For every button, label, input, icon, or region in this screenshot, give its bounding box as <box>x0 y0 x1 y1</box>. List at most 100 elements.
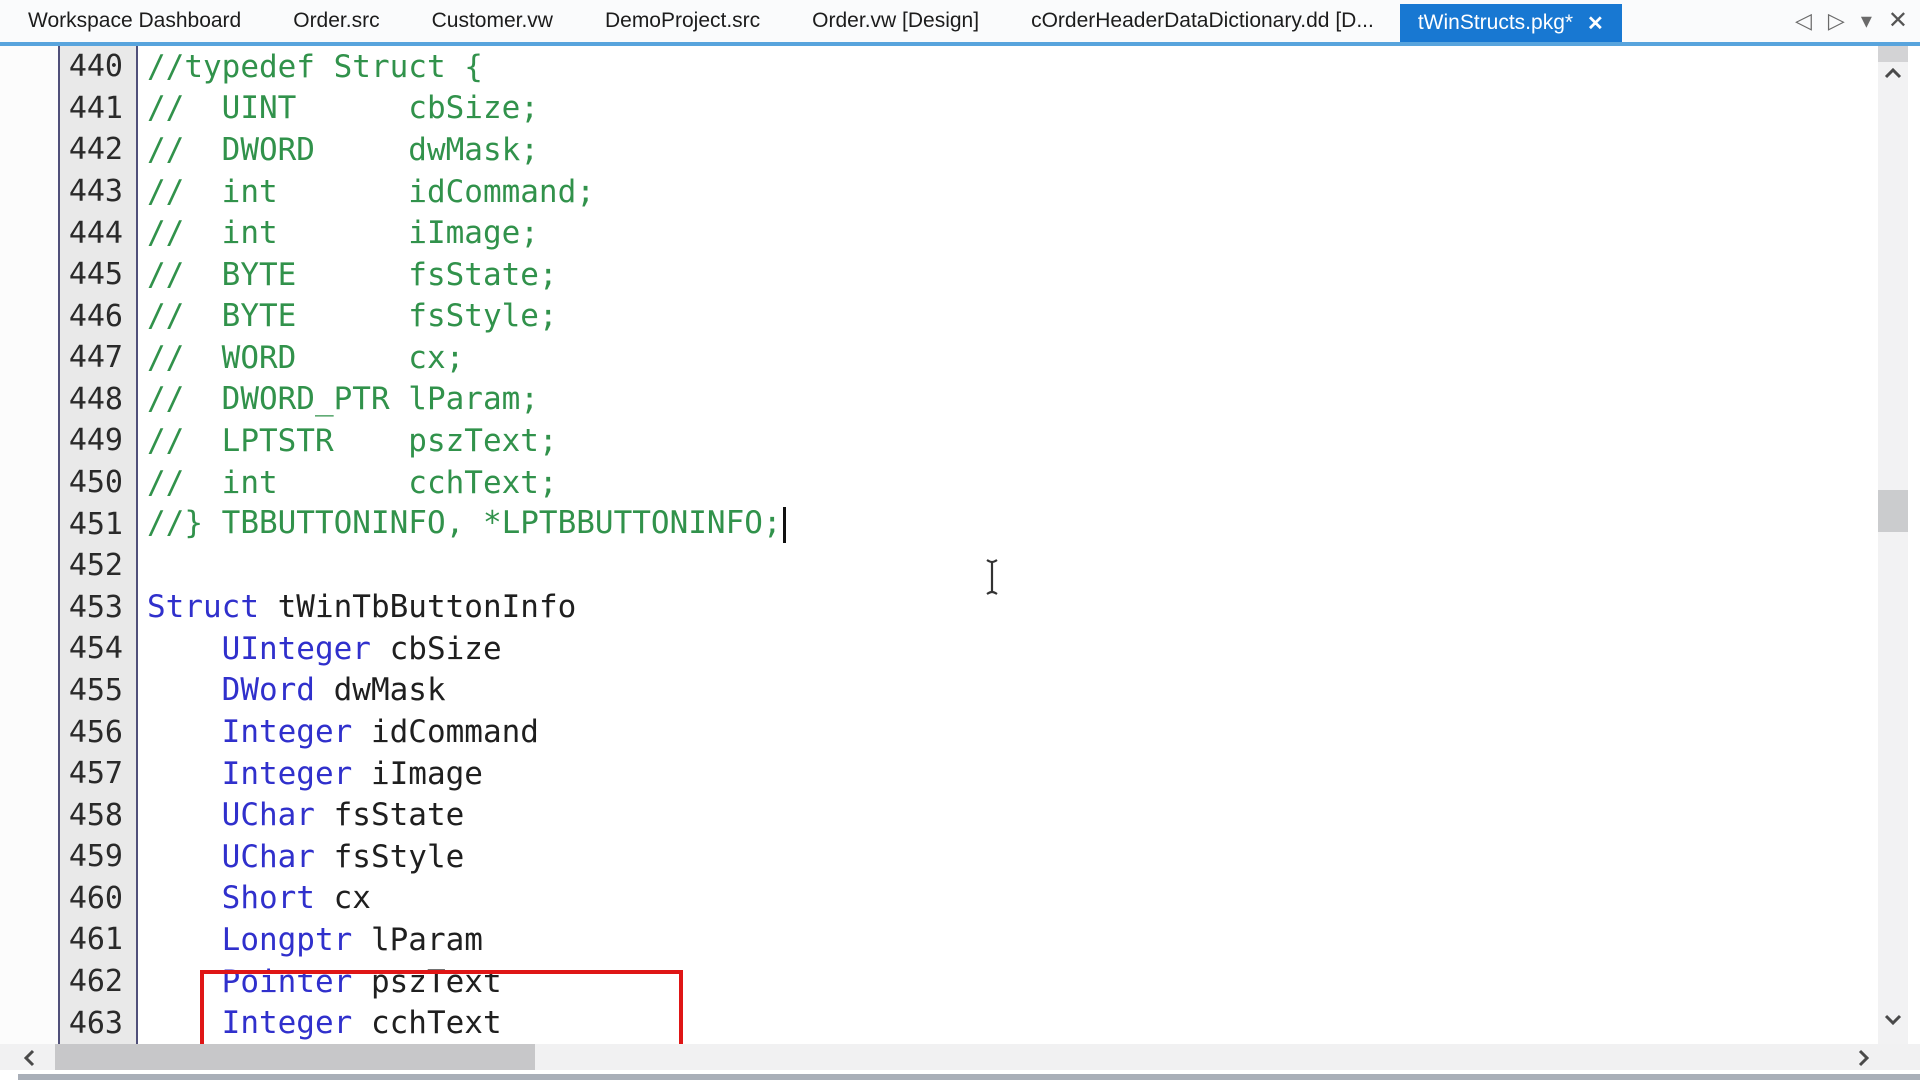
tab-bar-tabs: Workspace Dashboard Order.src Customer.vw D… <box>0 0 1622 42</box>
tab-scroll-back-icon[interactable]: ◁ <box>1795 6 1812 36</box>
tab-list-dropdown-icon[interactable]: ▾ <box>1861 6 1872 36</box>
tab[interactable]: Order.vw [Design] <box>786 0 1005 42</box>
tab[interactable]: cOrderHeaderDataDictionary.dd [D... <box>1005 0 1400 42</box>
line-number: 443 <box>0 174 138 209</box>
window-bottom-edge <box>0 1070 1920 1080</box>
line-number: 461 <box>0 922 138 957</box>
code-text: // UINT cbSize; <box>138 90 539 126</box>
horizontal-scrollbar-thumb[interactable] <box>55 1044 535 1070</box>
code-line[interactable]: 454 UInteger cbSize <box>0 628 1800 670</box>
vertical-scrollbar-thumb[interactable] <box>1878 490 1908 532</box>
tab-label: DemoProject.src <box>605 9 760 33</box>
tab[interactable]: Order.src <box>267 0 405 42</box>
code-line[interactable]: 440//typedef Struct { <box>0 46 1800 88</box>
code-text: //typedef Struct { <box>138 49 483 85</box>
line-number: 451 <box>0 507 138 542</box>
tab[interactable]: Customer.vw <box>406 0 579 42</box>
line-number: 456 <box>0 715 138 750</box>
line-number: 441 <box>0 91 138 126</box>
code-line[interactable]: 453Struct tWinTbButtonInfo <box>0 587 1800 629</box>
code-text: Struct tWinTbButtonInfo <box>138 589 576 625</box>
code-text: Longptr lParam <box>138 922 483 958</box>
code-text: UChar fsState <box>138 797 464 833</box>
code-line[interactable]: 456 Integer idCommand <box>0 711 1800 753</box>
scroll-down-icon[interactable] <box>1884 1012 1902 1030</box>
code-line[interactable]: 444// int iImage; <box>0 212 1800 254</box>
tab-label: Workspace Dashboard <box>28 9 241 33</box>
code-text: Integer idCommand <box>138 714 539 750</box>
scroll-right-icon[interactable] <box>1858 1049 1869 1072</box>
code-line[interactable]: 442// DWORD dwMask; <box>0 129 1800 171</box>
code-line[interactable]: 460 Short cx <box>0 878 1800 920</box>
code-line[interactable]: 441// UINT cbSize; <box>0 88 1800 130</box>
code-line[interactable]: 447// WORD cx; <box>0 337 1800 379</box>
code-rows: 440//typedef Struct {441// UINT cbSize;4… <box>0 46 1800 1044</box>
line-number: 459 <box>0 839 138 874</box>
line-number: 462 <box>0 964 138 999</box>
code-editor[interactable]: 440//typedef Struct {441// UINT cbSize;4… <box>0 46 1920 1044</box>
tab-nav-buttons: ◁ ▷ ▾ ✕ <box>1795 6 1908 36</box>
tab[interactable]: Workspace Dashboard <box>2 0 267 42</box>
vertical-scrollbar[interactable] <box>1878 46 1908 1044</box>
code-text: UInteger cbSize <box>138 631 502 667</box>
line-number: 455 <box>0 673 138 708</box>
line-number: 450 <box>0 465 138 500</box>
horizontal-scrollbar[interactable] <box>0 1044 1920 1070</box>
mouse-cursor-ibeam-icon <box>984 558 1000 601</box>
status-bar-edge <box>18 1074 1920 1080</box>
code-text: Short cx <box>138 880 371 916</box>
code-text: // int cchText; <box>138 465 558 501</box>
code-text: //} TBBUTTONINFO, *LPTBBUTTONINFO; <box>138 505 786 543</box>
line-number: 463 <box>0 1006 138 1041</box>
code-text: // int iImage; <box>138 215 539 251</box>
scroll-up-icon[interactable] <box>1884 66 1902 84</box>
code-line[interactable]: 457 Integer iImage <box>0 753 1800 795</box>
line-number: 446 <box>0 299 138 334</box>
vertical-scrollbar-cap <box>1878 46 1908 62</box>
tab-close-icon[interactable]: ✕ <box>1587 11 1604 36</box>
code-line[interactable]: 461 Longptr lParam <box>0 919 1800 961</box>
red-annotation-box <box>200 970 683 1044</box>
code-line[interactable]: 443// int idCommand; <box>0 171 1800 213</box>
scroll-left-icon[interactable] <box>24 1049 35 1072</box>
code-line[interactable]: 458 UChar fsState <box>0 794 1800 836</box>
line-number: 449 <box>0 423 138 458</box>
tab-group-close-icon[interactable]: ✕ <box>1888 6 1908 36</box>
tab[interactable]: DemoProject.src <box>579 0 786 42</box>
tab-label: tWinStructs.pkg* <box>1418 11 1573 35</box>
code-text: // DWORD dwMask; <box>138 132 539 168</box>
code-line[interactable]: 459 UChar fsStyle <box>0 836 1800 878</box>
code-text: // int idCommand; <box>138 174 595 210</box>
code-line[interactable]: 451//} TBBUTTONINFO, *LPTBBUTTONINFO; <box>0 503 1800 545</box>
code-line[interactable]: 450// int cchText; <box>0 462 1800 504</box>
code-line[interactable]: 449// LPTSTR pszText; <box>0 420 1800 462</box>
line-number: 444 <box>0 216 138 251</box>
line-number: 452 <box>0 548 138 583</box>
document-tab-bar: Workspace Dashboard Order.src Customer.vw D… <box>0 0 1920 42</box>
line-number: 445 <box>0 257 138 292</box>
tab-label: Order.vw [Design] <box>812 9 979 33</box>
code-text: DWord dwMask <box>138 672 446 708</box>
line-number: 453 <box>0 590 138 625</box>
line-number: 448 <box>0 382 138 417</box>
code-line[interactable]: 448// DWORD_PTR lParam; <box>0 379 1800 421</box>
tab-label: Customer.vw <box>432 9 553 33</box>
code-line[interactable]: 452 <box>0 545 1800 587</box>
tab-scroll-forward-icon[interactable]: ▷ <box>1828 6 1845 36</box>
line-number: 454 <box>0 631 138 666</box>
code-line[interactable]: 446// BYTE fsStyle; <box>0 295 1800 337</box>
line-number: 458 <box>0 798 138 833</box>
tab-active[interactable]: tWinStructs.pkg* ✕ <box>1400 4 1622 42</box>
tab-label: Order.src <box>293 9 379 33</box>
code-text: // WORD cx; <box>138 340 464 376</box>
line-number: 460 <box>0 881 138 916</box>
code-text: // BYTE fsState; <box>138 257 558 293</box>
code-line[interactable]: 445// BYTE fsState; <box>0 254 1800 296</box>
code-text: // BYTE fsStyle; <box>138 298 558 334</box>
line-number: 440 <box>0 49 138 84</box>
line-number: 457 <box>0 756 138 791</box>
tab-label: cOrderHeaderDataDictionary.dd [D... <box>1031 9 1374 33</box>
code-text: // DWORD_PTR lParam; <box>138 381 539 417</box>
code-line[interactable]: 455 DWord dwMask <box>0 670 1800 712</box>
line-number: 442 <box>0 132 138 167</box>
